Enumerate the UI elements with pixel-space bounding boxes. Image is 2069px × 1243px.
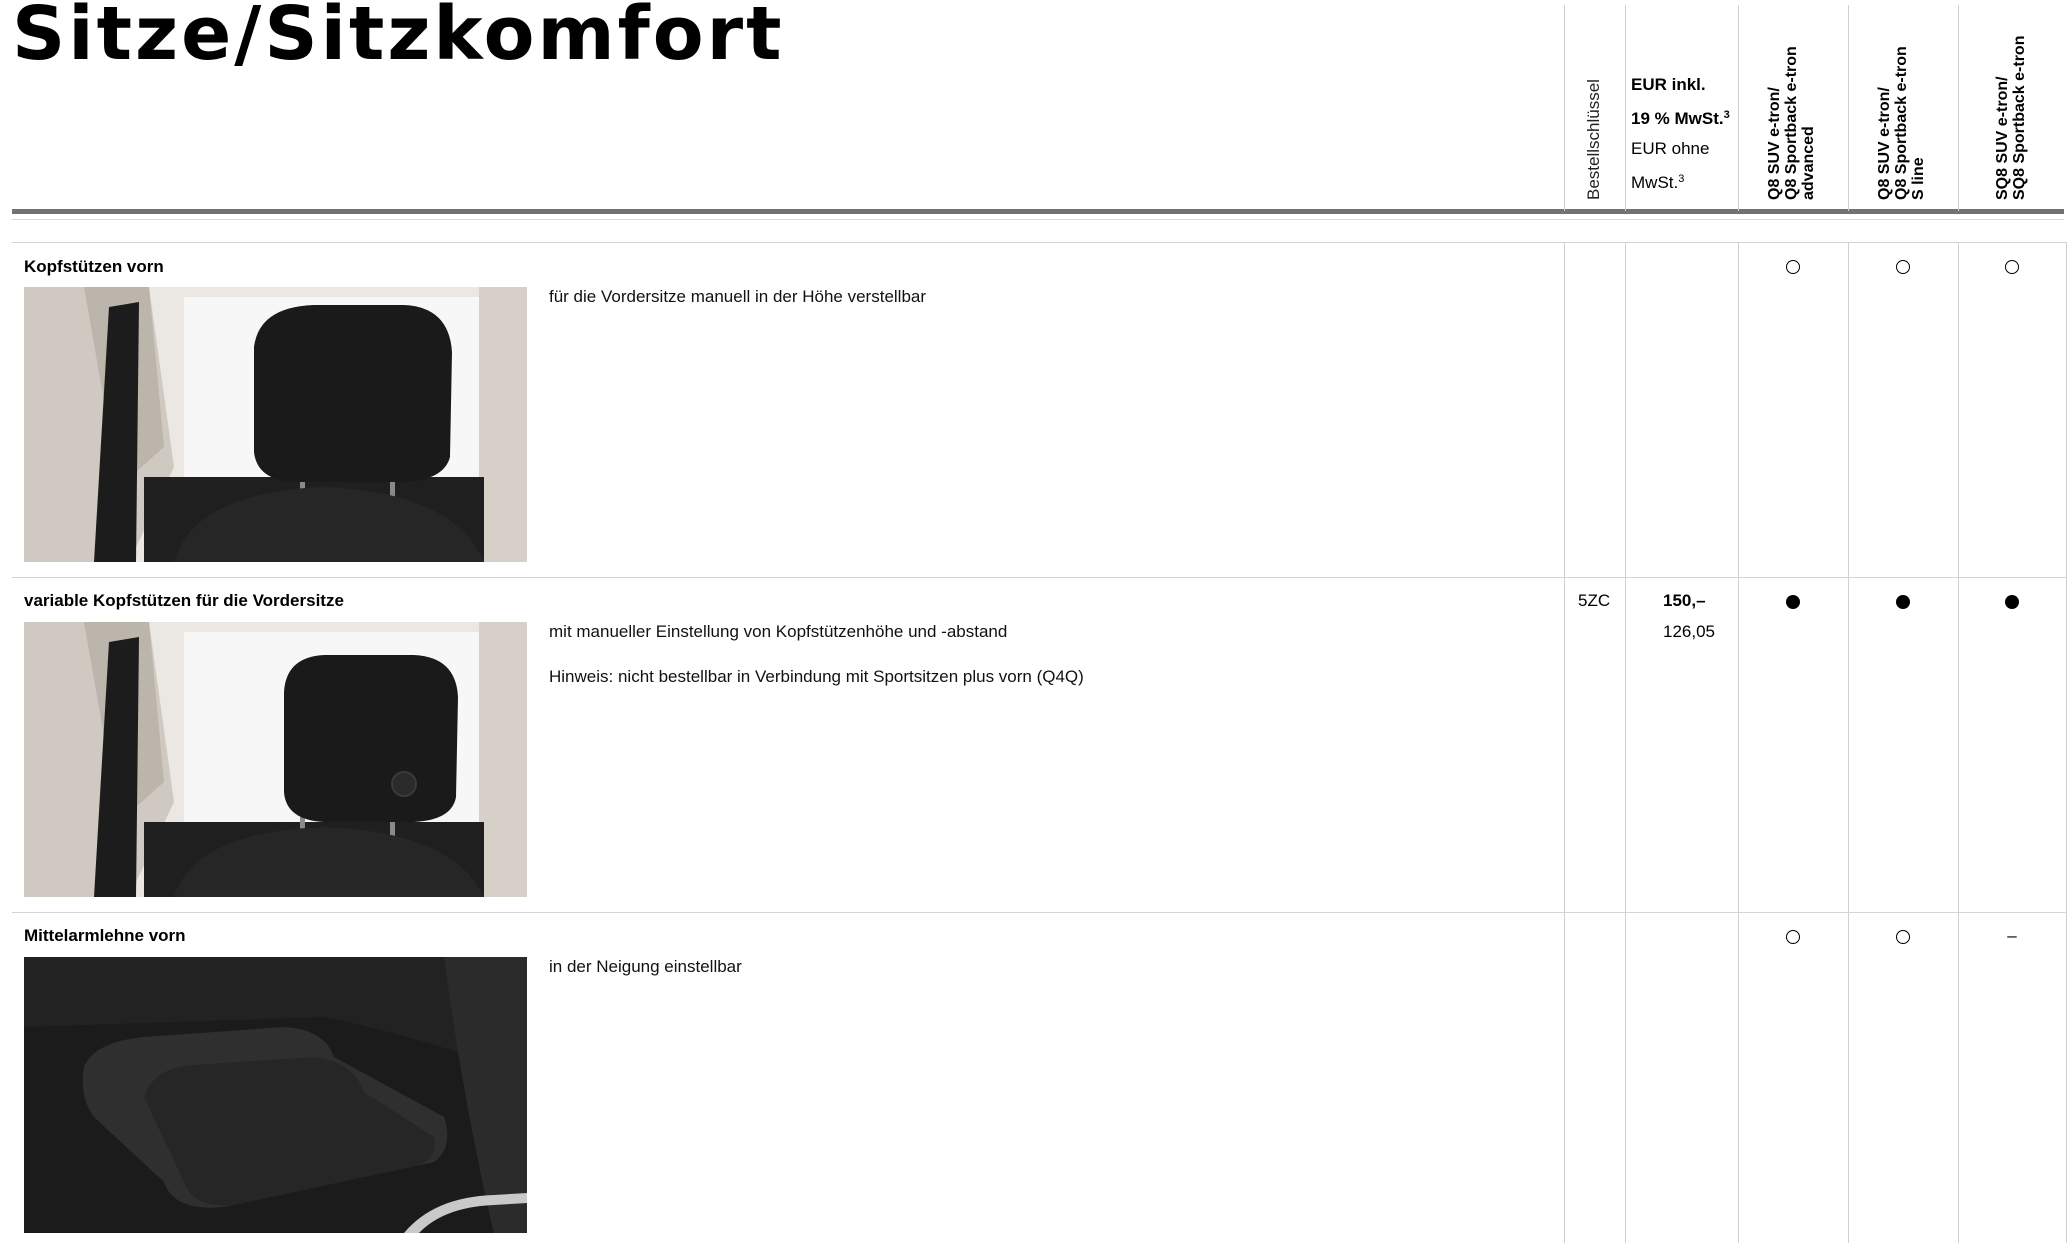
column-divider — [1625, 242, 1626, 1243]
row-title-headrest: Kopfstützen vorn — [24, 257, 164, 276]
armrest-photo-icon — [24, 957, 527, 1233]
standard-dot-icon — [1896, 595, 1910, 609]
row-description: in der Neigung einstellbar — [549, 957, 742, 976]
optional-circle-icon — [1786, 930, 1800, 944]
optional-circle-icon — [1896, 260, 1910, 274]
column-divider — [1564, 242, 1565, 1243]
order-key-header: Bestellschlüssel — [1584, 79, 1603, 200]
model-header-advanced: Q8 SUV e-tron/ Q8 Sportback e-tron advan… — [1766, 46, 1817, 200]
column-divider — [1958, 242, 1959, 1243]
optional-circle-icon — [1896, 930, 1910, 944]
row-description: für die Vordersitze manuell in der Höhe … — [549, 287, 927, 306]
column-divider — [1564, 5, 1565, 211]
page-title: Sitze/Sitzkomfort — [12, 0, 785, 77]
footnote-marker: 3 — [1723, 109, 1730, 121]
row-note: Hinweis: nicht bestellbar in Verbindung … — [549, 667, 1084, 686]
price-excl-label-2: MwSt. — [1631, 173, 1679, 192]
standard-dot-icon — [1786, 595, 1800, 609]
not-available-dash: – — [2007, 926, 2017, 945]
model-header-s-line: Q8 SUV e-tron/ Q8 Sportback e-tron S lin… — [1876, 46, 1927, 200]
headrest-photo-icon — [24, 287, 527, 562]
price-header: EUR inkl. 19 % MwSt.3 EUR ohne MwSt.3 — [1631, 70, 1730, 198]
column-divider — [1958, 5, 1959, 211]
row-separator — [12, 912, 2067, 913]
price-excl-label-1: EUR ohne — [1631, 139, 1710, 158]
header-rule-thin — [12, 219, 2064, 220]
price-incl-vat: 150,– — [1663, 591, 1706, 610]
column-divider — [1738, 5, 1739, 211]
column-divider — [1738, 242, 1739, 1243]
footnote-marker: 3 — [1678, 173, 1685, 185]
optional-circle-icon — [1786, 260, 1800, 274]
row-separator — [12, 242, 2067, 243]
row-separator — [12, 577, 2067, 578]
row-title-variable-headrest: variable Kopfstützen für die Vordersitze — [24, 591, 344, 610]
model-header-sq8: SQ8 SUV e-tron/ SQ8 Sportback e-tron — [1994, 35, 2028, 200]
column-divider — [1625, 5, 1626, 211]
price-incl-label-1: EUR inkl. — [1631, 75, 1706, 94]
row-title-armrest: Mittelarmlehne vorn — [24, 926, 186, 945]
price-excl-vat: 126,05 — [1663, 622, 1715, 641]
column-divider — [1848, 5, 1849, 211]
column-divider — [1848, 242, 1849, 1243]
header-rule — [12, 209, 2064, 214]
price-incl-label-2: 19 % MwSt. — [1631, 109, 1724, 128]
optional-circle-icon — [2005, 260, 2019, 274]
row-description: mit manueller Einstellung von Kopfstütze… — [549, 622, 1008, 641]
variable-headrest-photo-icon — [24, 622, 527, 897]
order-code: 5ZC — [1578, 591, 1611, 610]
table-right-border — [2066, 242, 2067, 1243]
standard-dot-icon — [2005, 595, 2019, 609]
